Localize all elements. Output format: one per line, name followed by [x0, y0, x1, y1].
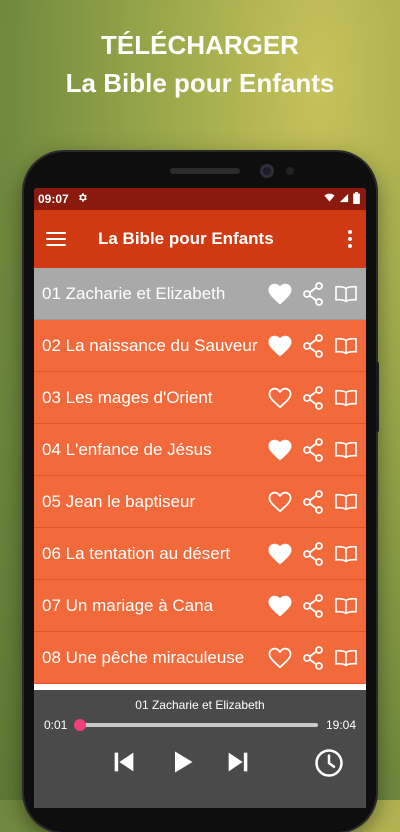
heart-outline-icon[interactable]	[268, 491, 292, 513]
episode-actions	[268, 593, 358, 618]
signal-icon	[339, 192, 349, 206]
promo-line-1: TÉLÉCHARGER	[101, 30, 299, 60]
heart-filled-icon[interactable]	[268, 335, 292, 357]
status-bar: 09:07	[34, 188, 366, 210]
episode-title: 05 Jean le baptiseur	[42, 492, 196, 511]
skip-next-icon[interactable]	[224, 748, 252, 781]
share-icon[interactable]	[302, 333, 324, 358]
share-icon[interactable]	[302, 281, 324, 306]
camera-sensor	[286, 167, 294, 175]
heart-filled-icon[interactable]	[268, 439, 292, 461]
front-camera	[260, 164, 274, 178]
book-icon[interactable]	[334, 545, 358, 563]
episode-title: 02 La naissance du Sauveur	[42, 336, 258, 355]
promo-line-2: La Bible pour Enfants	[65, 68, 335, 98]
episode-list: 01 Zacharie et Elizabeth 02 La naissance …	[34, 268, 366, 684]
status-icons	[324, 191, 360, 207]
player-controls	[34, 748, 366, 788]
hamburger-menu-icon[interactable]	[46, 232, 66, 246]
book-icon[interactable]	[334, 649, 358, 667]
episode-title: 03 Les mages d'Orient	[42, 388, 213, 407]
current-time: 0:01	[44, 718, 68, 732]
episode-row[interactable]: 01 Zacharie et Elizabeth	[34, 268, 366, 320]
heart-filled-icon[interactable]	[268, 543, 292, 565]
episode-title: 04 L'enfance de Jésus	[42, 440, 212, 459]
episode-title: 07 Un mariage à Cana	[42, 596, 214, 615]
heart-filled-icon[interactable]	[268, 283, 292, 305]
episode-actions	[268, 645, 358, 670]
episode-actions	[268, 541, 358, 566]
episode-actions	[268, 489, 358, 514]
episode-title: 01 Zacharie et Elizabeth	[42, 284, 226, 303]
promo-header: TÉLÉCHARGER La Bible pour Enfants	[0, 28, 400, 104]
audio-player: 01 Zacharie et Elizabeth 0:01 19:04	[34, 690, 366, 808]
heart-outline-icon[interactable]	[268, 387, 292, 409]
episode-row[interactable]: 02 La naissance du Sauveur	[34, 320, 366, 372]
episode-row[interactable]: 06 La tentation au désert	[34, 528, 366, 580]
heart-filled-icon[interactable]	[268, 595, 292, 617]
episode-actions	[268, 385, 358, 410]
app-toolbar: La Bible pour Enfants	[34, 210, 366, 268]
episode-title: 08 Une pêche miraculeuse	[42, 648, 245, 667]
share-icon[interactable]	[302, 593, 324, 618]
share-icon[interactable]	[302, 437, 324, 462]
book-icon[interactable]	[334, 441, 358, 459]
episode-title: 06 La tentation au désert	[42, 544, 231, 563]
share-icon[interactable]	[302, 385, 324, 410]
episode-row[interactable]: 08 Une pêche miraculeuse	[34, 632, 366, 684]
book-icon[interactable]	[334, 597, 358, 615]
episode-actions	[268, 333, 358, 358]
episode-actions	[268, 437, 358, 462]
episode-row[interactable]: 03 Les mages d'Orient	[34, 372, 366, 424]
share-icon[interactable]	[302, 541, 324, 566]
status-time: 09:07	[38, 192, 69, 206]
toolbar-title: La Bible pour Enfants	[98, 229, 274, 248]
phone-speaker	[170, 168, 240, 174]
episode-row[interactable]: 07 Un mariage à Cana	[34, 580, 366, 632]
player-title: 01 Zacharie et Elizabeth	[135, 698, 265, 712]
player-progress: 0:01 19:04	[34, 718, 366, 732]
gear-icon	[77, 192, 88, 206]
episode-row[interactable]: 04 L'enfance de Jésus	[34, 424, 366, 476]
more-vert-icon[interactable]	[344, 226, 356, 252]
skip-previous-icon[interactable]	[110, 748, 138, 781]
phone-frame: 09:07 La Bible pour Enfants 01 Zacharie …	[24, 152, 379, 832]
share-icon[interactable]	[302, 489, 324, 514]
share-icon[interactable]	[302, 645, 324, 670]
book-icon[interactable]	[334, 337, 358, 355]
wifi-icon	[324, 192, 335, 206]
seek-thumb[interactable]	[73, 719, 86, 731]
battery-icon	[353, 191, 360, 207]
seek-bar[interactable]	[73, 719, 318, 731]
episode-row[interactable]: 05 Jean le baptiseur	[34, 476, 366, 528]
book-icon[interactable]	[334, 493, 358, 511]
total-time: 19:04	[325, 718, 356, 732]
app-screen: 09:07 La Bible pour Enfants 01 Zacharie …	[34, 188, 366, 808]
episode-actions	[268, 281, 358, 306]
sleep-timer-clock-icon[interactable]	[314, 748, 344, 783]
heart-outline-icon[interactable]	[268, 647, 292, 669]
book-icon[interactable]	[334, 389, 358, 407]
book-icon[interactable]	[334, 285, 358, 303]
play-icon[interactable]	[168, 748, 196, 781]
side-button	[376, 362, 379, 432]
